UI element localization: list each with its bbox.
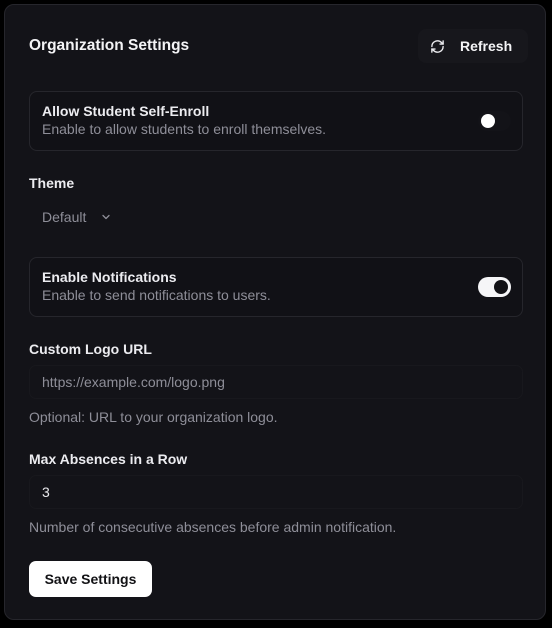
self-enroll-setting: Allow Student Self-Enroll Enable to allo… (29, 91, 523, 151)
max-absences-help: Number of consecutive absences before ad… (29, 519, 397, 535)
logo-url-label: Custom Logo URL (29, 341, 152, 357)
self-enroll-title: Allow Student Self-Enroll (42, 103, 210, 119)
settings-card: Organization Settings Refresh Allow Stud… (4, 4, 546, 620)
max-absences-input[interactable] (29, 475, 523, 509)
refresh-icon (431, 40, 444, 53)
self-enroll-toggle[interactable] (478, 111, 511, 131)
theme-select[interactable]: Default (29, 203, 129, 231)
self-enroll-description: Enable to allow students to enroll thems… (42, 121, 327, 137)
logo-url-help: Optional: URL to your organization logo. (29, 409, 278, 425)
refresh-button[interactable]: Refresh (418, 29, 528, 63)
notifications-setting: Enable Notifications Enable to send noti… (29, 257, 523, 317)
toggle-knob (481, 114, 495, 128)
logo-url-input[interactable] (29, 365, 523, 399)
save-settings-button[interactable]: Save Settings (29, 561, 152, 597)
page-title: Organization Settings (29, 37, 190, 54)
toggle-knob (494, 280, 508, 294)
theme-label: Theme (29, 175, 75, 191)
theme-selected-value: Default (42, 209, 87, 225)
refresh-button-label: Refresh (460, 38, 513, 54)
notifications-toggle[interactable] (478, 277, 511, 297)
notifications-title: Enable Notifications (42, 269, 177, 285)
chevron-down-icon (102, 214, 110, 220)
notifications-description: Enable to send notifications to users. (42, 287, 271, 303)
max-absences-label: Max Absences in a Row (29, 451, 188, 467)
